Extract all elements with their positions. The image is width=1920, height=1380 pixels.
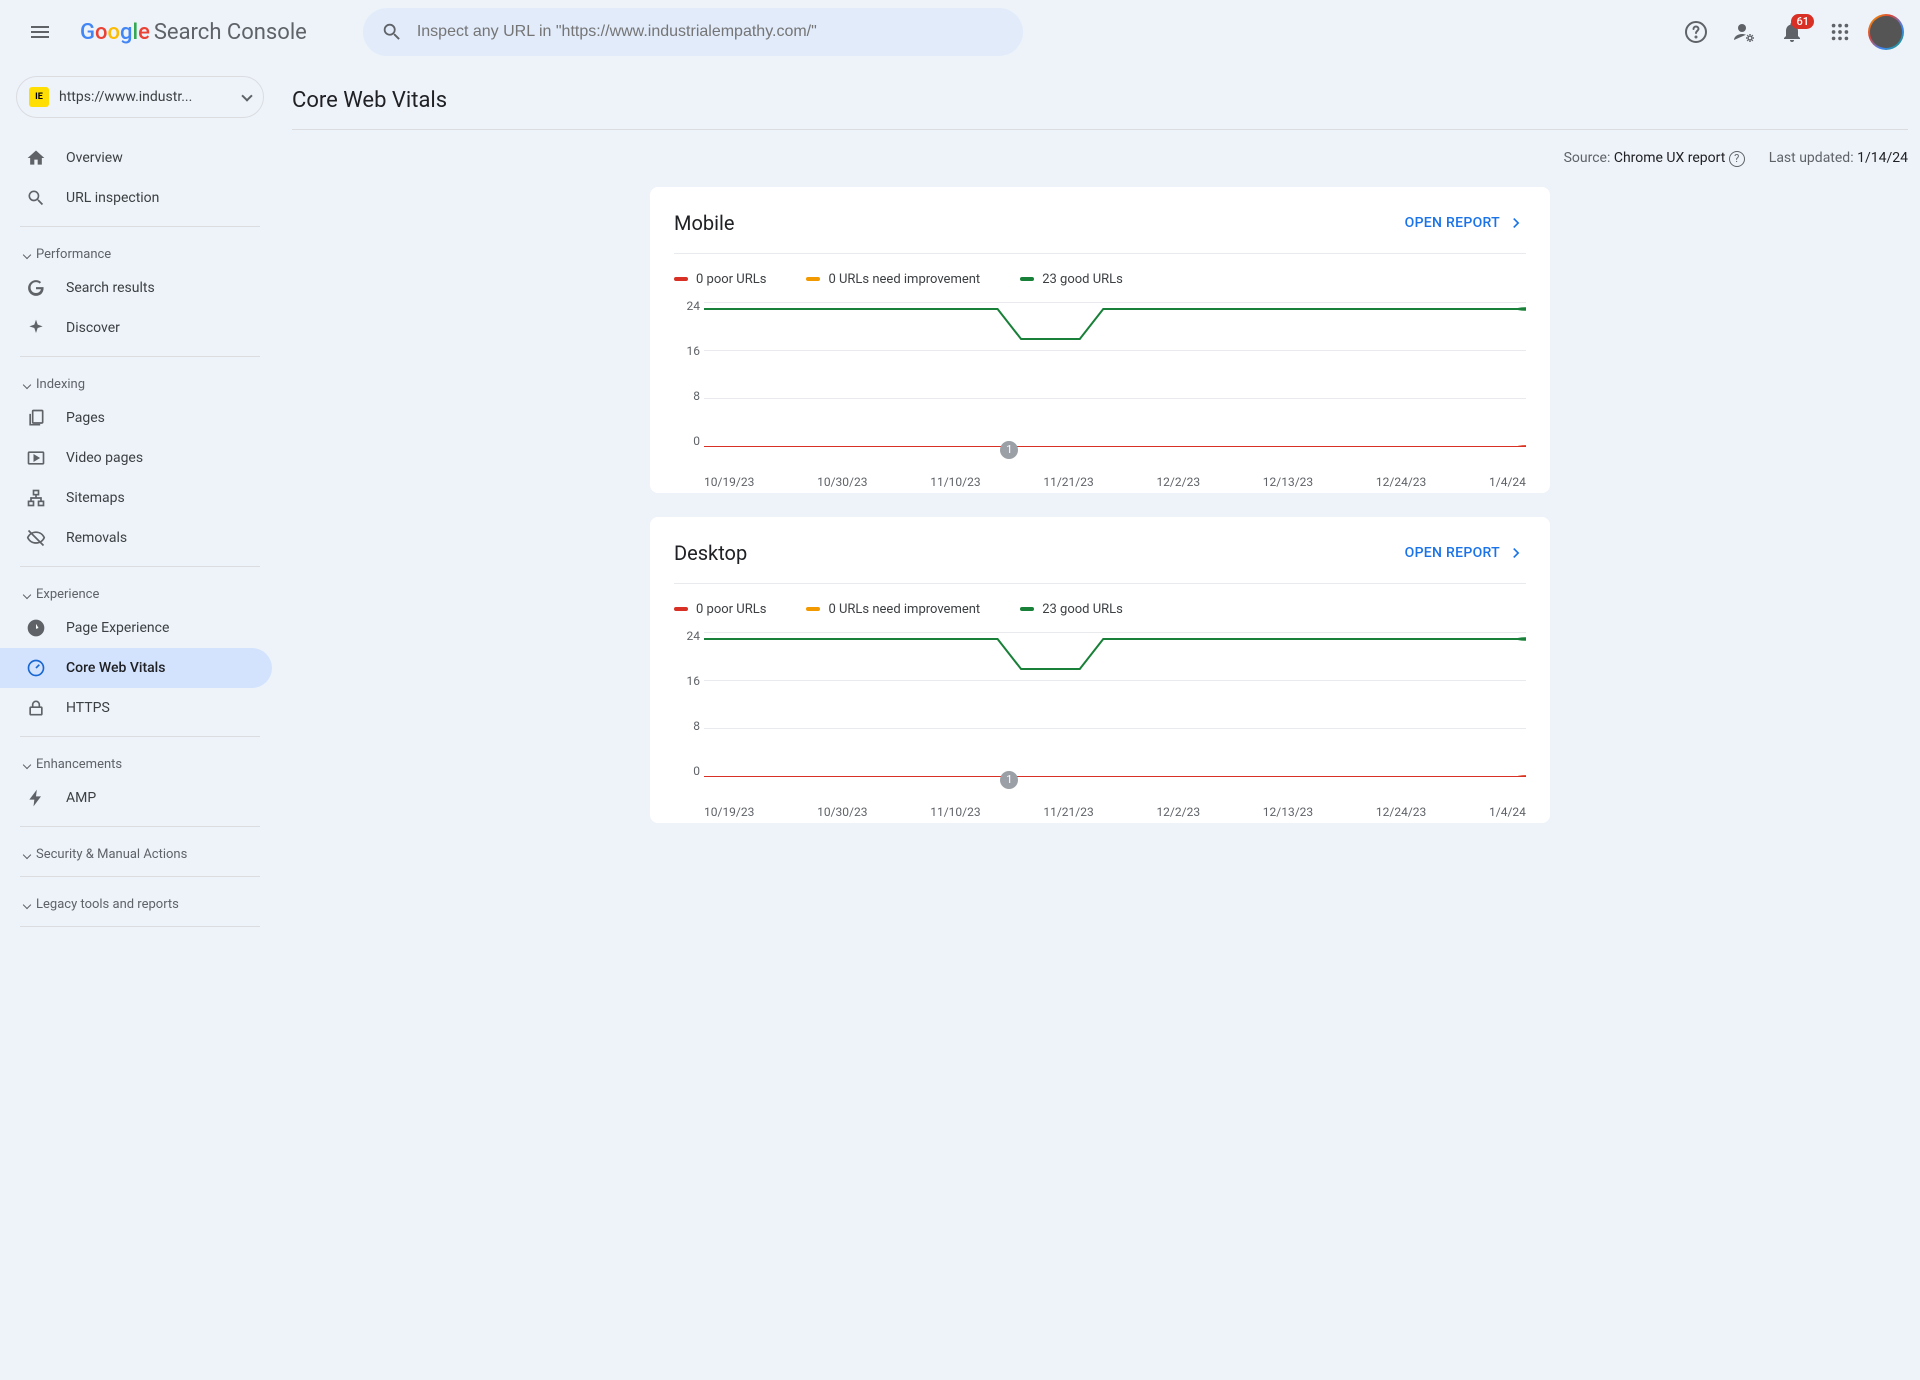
desktop-card: Desktop OPEN REPORT 0 poor URLs 0 URLs n… xyxy=(650,517,1550,823)
chevron-right-icon xyxy=(1506,543,1526,563)
pages-icon xyxy=(24,408,48,428)
user-settings-icon xyxy=(1732,20,1756,44)
nav-discover[interactable]: Discover xyxy=(0,308,272,348)
google-logo-text: Google xyxy=(80,20,150,45)
nav-security[interactable]: Security & Manual Actions xyxy=(8,835,272,868)
sidebar: IE https://www.industr... Overview URL i… xyxy=(0,64,280,955)
amp-bolt-icon xyxy=(24,788,48,808)
source-info: Source: Chrome UX report ? xyxy=(1564,150,1745,167)
google-g-icon xyxy=(24,278,48,298)
nav-overview[interactable]: Overview xyxy=(0,138,272,178)
desktop-legend: 0 poor URLs 0 URLs need improvement 23 g… xyxy=(674,584,1526,629)
updated-info: Last updated: 1/14/24 xyxy=(1769,150,1908,167)
mobile-card: Mobile OPEN REPORT 0 poor URLs 0 URLs ne… xyxy=(650,187,1550,493)
apps-button[interactable] xyxy=(1820,12,1860,52)
desktop-title: Desktop xyxy=(674,541,747,565)
chevron-down-icon xyxy=(23,590,31,598)
mobile-title: Mobile xyxy=(674,211,734,235)
mobile-open-report-button[interactable]: OPEN REPORT xyxy=(1405,213,1526,233)
nav-legacy[interactable]: Legacy tools and reports xyxy=(8,885,272,918)
desktop-chart: 241680 1 10/19/2310/30/2311/10/2311/21/2… xyxy=(704,629,1526,799)
help-icon xyxy=(1684,20,1708,44)
event-marker[interactable]: 1 xyxy=(1000,771,1018,789)
gauge-icon xyxy=(24,618,48,638)
url-inspect-search[interactable] xyxy=(363,8,1023,56)
desktop-open-report-button[interactable]: OPEN REPORT xyxy=(1405,543,1526,563)
url-inspect-input[interactable] xyxy=(417,23,1005,41)
page-title: Core Web Vitals xyxy=(292,64,1908,130)
nav-video-pages[interactable]: Video pages xyxy=(0,438,272,478)
hide-icon xyxy=(24,528,48,548)
nav-search-results[interactable]: Search results xyxy=(0,268,272,308)
nav-pages[interactable]: Pages xyxy=(0,398,272,438)
hamburger-menu-button[interactable] xyxy=(16,8,64,56)
nav-url-inspection[interactable]: URL inspection xyxy=(0,178,272,218)
nav-core-web-vitals[interactable]: Core Web Vitals xyxy=(0,648,272,688)
mobile-legend: 0 poor URLs 0 URLs need improvement 23 g… xyxy=(674,254,1526,299)
nav-page-experience[interactable]: Page Experience xyxy=(0,608,272,648)
nav-https[interactable]: HTTPS xyxy=(0,688,272,728)
notification-badge: 61 xyxy=(1791,14,1814,29)
nav-section-indexing[interactable]: Indexing xyxy=(8,365,272,398)
home-icon xyxy=(24,148,48,168)
nav-amp[interactable]: AMP xyxy=(0,778,272,818)
logo[interactable]: Google Search Console xyxy=(80,20,307,45)
video-icon xyxy=(24,448,48,468)
property-name: https://www.industr... xyxy=(59,89,233,105)
apps-grid-icon xyxy=(1829,21,1851,43)
discover-icon xyxy=(24,318,48,338)
search-icon xyxy=(381,21,403,43)
nav-removals[interactable]: Removals xyxy=(0,518,272,558)
chevron-down-icon xyxy=(23,380,31,388)
lock-icon xyxy=(24,698,48,718)
chevron-right-icon xyxy=(1506,213,1526,233)
product-name: Search Console xyxy=(154,20,307,45)
chevron-down-icon xyxy=(241,90,252,101)
property-selector[interactable]: IE https://www.industr... xyxy=(16,76,264,118)
mobile-chart: 241680 1 10/19/2310/30/2311/10/2311/21/2… xyxy=(704,299,1526,469)
account-avatar[interactable] xyxy=(1868,14,1904,50)
help-icon[interactable]: ? xyxy=(1729,151,1745,167)
chevron-down-icon xyxy=(23,760,31,768)
search-icon xyxy=(24,188,48,208)
user-settings-button[interactable] xyxy=(1724,12,1764,52)
chevron-down-icon xyxy=(23,250,31,258)
notifications-button[interactable]: 61 xyxy=(1772,12,1812,52)
event-marker[interactable]: 1 xyxy=(1000,441,1018,459)
property-favicon: IE xyxy=(29,87,49,107)
nav-section-enhancements[interactable]: Enhancements xyxy=(8,745,272,778)
sitemap-icon xyxy=(24,488,48,508)
meta-row: Source: Chrome UX report ? Last updated:… xyxy=(292,130,1908,187)
help-button[interactable] xyxy=(1676,12,1716,52)
nav-section-experience[interactable]: Experience xyxy=(8,575,272,608)
nav-section-performance[interactable]: Performance xyxy=(8,235,272,268)
speed-icon xyxy=(24,658,48,678)
nav-sitemaps[interactable]: Sitemaps xyxy=(0,478,272,518)
hamburger-icon xyxy=(28,20,52,44)
chevron-right-icon xyxy=(23,900,31,908)
chevron-right-icon xyxy=(23,850,31,858)
